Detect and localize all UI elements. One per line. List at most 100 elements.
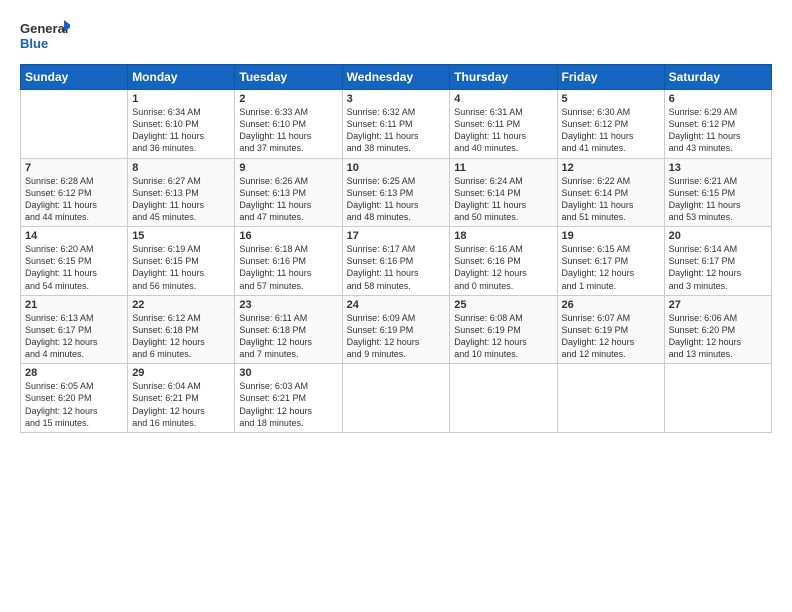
- day-info: Sunrise: 6:33 AMSunset: 6:10 PMDaylight:…: [239, 106, 337, 155]
- day-info: Sunrise: 6:18 AMSunset: 6:16 PMDaylight:…: [239, 243, 337, 292]
- day-number: 16: [239, 230, 337, 242]
- day-number: 30: [239, 367, 337, 379]
- calendar-cell: 19Sunrise: 6:15 AMSunset: 6:17 PMDayligh…: [557, 227, 664, 296]
- calendar-table: SundayMondayTuesdayWednesdayThursdayFrid…: [20, 64, 772, 433]
- day-info: Sunrise: 6:03 AMSunset: 6:21 PMDaylight:…: [239, 380, 337, 429]
- day-info: Sunrise: 6:11 AMSunset: 6:18 PMDaylight:…: [239, 312, 337, 361]
- day-number: 28: [25, 367, 123, 379]
- day-number: 7: [25, 162, 123, 174]
- calendar-cell: 9Sunrise: 6:26 AMSunset: 6:13 PMDaylight…: [235, 158, 342, 227]
- day-number: 18: [454, 230, 552, 242]
- day-number: 23: [239, 299, 337, 311]
- day-info: Sunrise: 6:04 AMSunset: 6:21 PMDaylight:…: [132, 380, 230, 429]
- day-number: 4: [454, 93, 552, 105]
- day-info: Sunrise: 6:30 AMSunset: 6:12 PMDaylight:…: [562, 106, 660, 155]
- day-info: Sunrise: 6:27 AMSunset: 6:13 PMDaylight:…: [132, 175, 230, 224]
- day-number: 24: [347, 299, 446, 311]
- calendar-week-row: 21Sunrise: 6:13 AMSunset: 6:17 PMDayligh…: [21, 295, 772, 364]
- calendar-cell: 12Sunrise: 6:22 AMSunset: 6:14 PMDayligh…: [557, 158, 664, 227]
- day-number: 15: [132, 230, 230, 242]
- calendar-week-row: 1Sunrise: 6:34 AMSunset: 6:10 PMDaylight…: [21, 90, 772, 159]
- day-number: 12: [562, 162, 660, 174]
- calendar-cell: 2Sunrise: 6:33 AMSunset: 6:10 PMDaylight…: [235, 90, 342, 159]
- day-info: Sunrise: 6:31 AMSunset: 6:11 PMDaylight:…: [454, 106, 552, 155]
- day-number: 13: [669, 162, 767, 174]
- calendar-cell: 13Sunrise: 6:21 AMSunset: 6:15 PMDayligh…: [664, 158, 771, 227]
- calendar-cell: 25Sunrise: 6:08 AMSunset: 6:19 PMDayligh…: [450, 295, 557, 364]
- calendar-body: 1Sunrise: 6:34 AMSunset: 6:10 PMDaylight…: [21, 90, 772, 433]
- day-number: 3: [347, 93, 446, 105]
- calendar-cell: 23Sunrise: 6:11 AMSunset: 6:18 PMDayligh…: [235, 295, 342, 364]
- calendar-cell: 14Sunrise: 6:20 AMSunset: 6:15 PMDayligh…: [21, 227, 128, 296]
- logo-svg: General Blue: [20, 18, 70, 54]
- calendar-cell: 27Sunrise: 6:06 AMSunset: 6:20 PMDayligh…: [664, 295, 771, 364]
- calendar-cell: 30Sunrise: 6:03 AMSunset: 6:21 PMDayligh…: [235, 364, 342, 433]
- calendar-cell: 17Sunrise: 6:17 AMSunset: 6:16 PMDayligh…: [342, 227, 450, 296]
- calendar-cell: 3Sunrise: 6:32 AMSunset: 6:11 PMDaylight…: [342, 90, 450, 159]
- weekday-header-cell: Saturday: [664, 65, 771, 90]
- day-info: Sunrise: 6:21 AMSunset: 6:15 PMDaylight:…: [669, 175, 767, 224]
- day-info: Sunrise: 6:06 AMSunset: 6:20 PMDaylight:…: [669, 312, 767, 361]
- calendar-cell: [557, 364, 664, 433]
- calendar-cell: [342, 364, 450, 433]
- day-info: Sunrise: 6:13 AMSunset: 6:17 PMDaylight:…: [25, 312, 123, 361]
- calendar-cell: 22Sunrise: 6:12 AMSunset: 6:18 PMDayligh…: [128, 295, 235, 364]
- day-info: Sunrise: 6:07 AMSunset: 6:19 PMDaylight:…: [562, 312, 660, 361]
- day-number: 8: [132, 162, 230, 174]
- calendar-cell: 6Sunrise: 6:29 AMSunset: 6:12 PMDaylight…: [664, 90, 771, 159]
- calendar-week-row: 28Sunrise: 6:05 AMSunset: 6:20 PMDayligh…: [21, 364, 772, 433]
- day-info: Sunrise: 6:14 AMSunset: 6:17 PMDaylight:…: [669, 243, 767, 292]
- day-info: Sunrise: 6:17 AMSunset: 6:16 PMDaylight:…: [347, 243, 446, 292]
- day-info: Sunrise: 6:09 AMSunset: 6:19 PMDaylight:…: [347, 312, 446, 361]
- day-info: Sunrise: 6:19 AMSunset: 6:15 PMDaylight:…: [132, 243, 230, 292]
- calendar-cell: 10Sunrise: 6:25 AMSunset: 6:13 PMDayligh…: [342, 158, 450, 227]
- calendar-cell: 8Sunrise: 6:27 AMSunset: 6:13 PMDaylight…: [128, 158, 235, 227]
- day-info: Sunrise: 6:24 AMSunset: 6:14 PMDaylight:…: [454, 175, 552, 224]
- day-number: 2: [239, 93, 337, 105]
- calendar-cell: 4Sunrise: 6:31 AMSunset: 6:11 PMDaylight…: [450, 90, 557, 159]
- day-info: Sunrise: 6:12 AMSunset: 6:18 PMDaylight:…: [132, 312, 230, 361]
- calendar-cell: 11Sunrise: 6:24 AMSunset: 6:14 PMDayligh…: [450, 158, 557, 227]
- calendar-cell: 18Sunrise: 6:16 AMSunset: 6:16 PMDayligh…: [450, 227, 557, 296]
- calendar-cell: [664, 364, 771, 433]
- day-number: 17: [347, 230, 446, 242]
- weekday-header-cell: Tuesday: [235, 65, 342, 90]
- day-number: 21: [25, 299, 123, 311]
- day-number: 19: [562, 230, 660, 242]
- calendar-page: General Blue SundayMondayTuesdayWednesda…: [0, 0, 792, 612]
- calendar-cell: [450, 364, 557, 433]
- day-info: Sunrise: 6:05 AMSunset: 6:20 PMDaylight:…: [25, 380, 123, 429]
- calendar-cell: 29Sunrise: 6:04 AMSunset: 6:21 PMDayligh…: [128, 364, 235, 433]
- day-number: 10: [347, 162, 446, 174]
- day-number: 29: [132, 367, 230, 379]
- day-info: Sunrise: 6:34 AMSunset: 6:10 PMDaylight:…: [132, 106, 230, 155]
- day-number: 25: [454, 299, 552, 311]
- calendar-cell: 1Sunrise: 6:34 AMSunset: 6:10 PMDaylight…: [128, 90, 235, 159]
- weekday-header-cell: Monday: [128, 65, 235, 90]
- weekday-header-cell: Sunday: [21, 65, 128, 90]
- day-info: Sunrise: 6:28 AMSunset: 6:12 PMDaylight:…: [25, 175, 123, 224]
- day-info: Sunrise: 6:25 AMSunset: 6:13 PMDaylight:…: [347, 175, 446, 224]
- day-number: 11: [454, 162, 552, 174]
- day-info: Sunrise: 6:20 AMSunset: 6:15 PMDaylight:…: [25, 243, 123, 292]
- calendar-cell: [21, 90, 128, 159]
- day-info: Sunrise: 6:29 AMSunset: 6:12 PMDaylight:…: [669, 106, 767, 155]
- calendar-cell: 5Sunrise: 6:30 AMSunset: 6:12 PMDaylight…: [557, 90, 664, 159]
- day-number: 5: [562, 93, 660, 105]
- calendar-cell: 16Sunrise: 6:18 AMSunset: 6:16 PMDayligh…: [235, 227, 342, 296]
- calendar-cell: 7Sunrise: 6:28 AMSunset: 6:12 PMDaylight…: [21, 158, 128, 227]
- header: General Blue: [20, 18, 772, 54]
- calendar-cell: 21Sunrise: 6:13 AMSunset: 6:17 PMDayligh…: [21, 295, 128, 364]
- day-number: 9: [239, 162, 337, 174]
- day-number: 20: [669, 230, 767, 242]
- day-info: Sunrise: 6:22 AMSunset: 6:14 PMDaylight:…: [562, 175, 660, 224]
- day-number: 14: [25, 230, 123, 242]
- day-info: Sunrise: 6:26 AMSunset: 6:13 PMDaylight:…: [239, 175, 337, 224]
- day-info: Sunrise: 6:32 AMSunset: 6:11 PMDaylight:…: [347, 106, 446, 155]
- calendar-cell: 15Sunrise: 6:19 AMSunset: 6:15 PMDayligh…: [128, 227, 235, 296]
- weekday-header-cell: Friday: [557, 65, 664, 90]
- day-info: Sunrise: 6:15 AMSunset: 6:17 PMDaylight:…: [562, 243, 660, 292]
- weekday-header-row: SundayMondayTuesdayWednesdayThursdayFrid…: [21, 65, 772, 90]
- day-number: 1: [132, 93, 230, 105]
- calendar-cell: 24Sunrise: 6:09 AMSunset: 6:19 PMDayligh…: [342, 295, 450, 364]
